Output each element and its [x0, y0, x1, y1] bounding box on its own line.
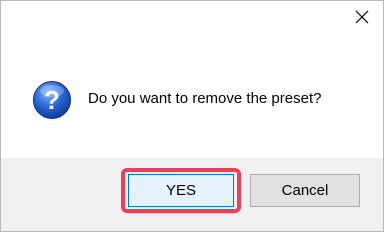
dialog-message: Do you want to remove the preset?	[88, 90, 322, 107]
question-icon: ?	[33, 81, 71, 119]
cancel-button[interactable]: Cancel	[250, 174, 360, 207]
close-button[interactable]	[349, 5, 375, 29]
svg-text:?: ?	[44, 85, 60, 115]
close-icon	[355, 10, 369, 24]
dialog-content: ? Do you want to remove the preset?	[1, 1, 383, 158]
yes-button[interactable]: YES	[128, 174, 234, 207]
